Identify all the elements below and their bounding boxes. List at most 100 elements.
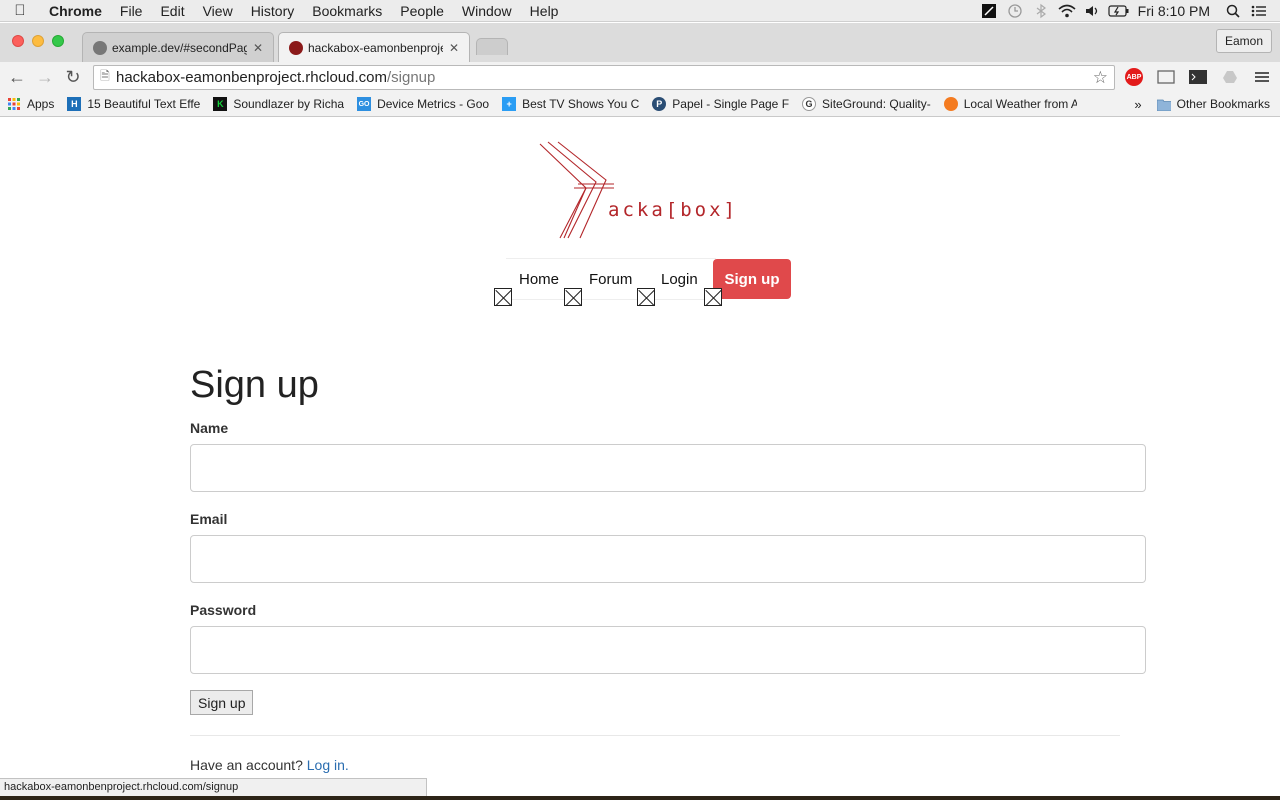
plus-site-icon: + bbox=[502, 97, 517, 111]
bookmark-star-icon[interactable]: ☆ bbox=[1093, 68, 1108, 88]
nav-forum-link[interactable]: Forum bbox=[589, 271, 632, 288]
chrome-menu-icon[interactable] bbox=[1251, 67, 1273, 87]
bluetooth-icon[interactable] bbox=[1028, 0, 1054, 22]
tab-favicon-icon bbox=[289, 41, 303, 55]
bookmark-label: 15 Beautiful Text Effe bbox=[87, 97, 201, 111]
nav-bottom-divider bbox=[506, 299, 716, 300]
menu-bar-clock[interactable]: Fri 8:10 PM bbox=[1132, 3, 1220, 19]
window-minimize-button[interactable] bbox=[32, 35, 44, 47]
tab-close-icon[interactable]: ✕ bbox=[449, 41, 459, 55]
email-field[interactable] bbox=[190, 535, 1146, 583]
desktop-edge bbox=[0, 796, 1280, 800]
bookmark-label: Local Weather from A bbox=[963, 97, 1077, 111]
forward-arrow-icon[interactable]: → bbox=[31, 63, 59, 91]
menu-file[interactable]: File bbox=[111, 0, 152, 22]
menu-bookmarks[interactable]: Bookmarks bbox=[303, 0, 391, 22]
apps-grid-icon bbox=[7, 97, 21, 111]
browser-toolbar: ← → ↻ 🗎 hackabox-eamonbenproject.rhcloud… bbox=[0, 62, 1280, 92]
email-label: Email bbox=[190, 511, 228, 527]
menu-help[interactable]: Help bbox=[521, 0, 568, 22]
folder-icon bbox=[1156, 97, 1171, 111]
broken-image-icon bbox=[637, 288, 655, 306]
wifi-icon[interactable] bbox=[1054, 0, 1080, 22]
signup-form: Sign up Name Email Password Sign up Have… bbox=[190, 360, 1146, 773]
bookmark-label: Device Metrics - Goo bbox=[377, 97, 490, 111]
tab-example-dev[interactable]: example.dev/#secondPage ✕ bbox=[82, 32, 274, 62]
bookmark-local-weather[interactable]: Local Weather from A bbox=[937, 94, 1083, 114]
page-info-icon[interactable]: 🗎 bbox=[94, 67, 116, 88]
form-divider bbox=[190, 735, 1120, 736]
tab-title: hackabox-eamonbenprojec bbox=[308, 41, 443, 55]
address-path: /signup bbox=[387, 69, 436, 86]
profile-button[interactable]: Eamon bbox=[1215, 29, 1272, 53]
menu-history[interactable]: History bbox=[242, 0, 304, 22]
password-label: Password bbox=[190, 602, 257, 618]
address-bar[interactable]: 🗎 hackabox-eamonbenproject.rhcloud.com/s… bbox=[93, 65, 1115, 90]
web-page: acka[box] Home Forum Login Sign up Sign … bbox=[0, 118, 1280, 800]
menu-edit[interactable]: Edit bbox=[151, 0, 193, 22]
volume-icon[interactable] bbox=[1080, 0, 1106, 22]
nav-login-link[interactable]: Login bbox=[661, 271, 698, 288]
signup-submit-button[interactable]: Sign up bbox=[190, 690, 254, 715]
spotlight-search-icon[interactable] bbox=[1220, 0, 1246, 22]
cast-icon[interactable] bbox=[1155, 67, 1177, 87]
adblock-plus-icon[interactable]: ABP bbox=[1125, 68, 1143, 86]
siteground-icon: G bbox=[802, 97, 817, 111]
address-host: hackabox-eamonbenproject.rhcloud.com bbox=[116, 69, 387, 86]
bookmarks-bar: Apps H 15 Beautiful Text Effe K Soundlaz… bbox=[0, 92, 1280, 117]
broken-image-icon bbox=[494, 288, 512, 306]
window-close-button[interactable] bbox=[12, 35, 24, 47]
other-bookmarks-folder[interactable]: Other Bookmarks bbox=[1150, 94, 1280, 114]
bookmarks-overflow-chevron-icon[interactable]: » bbox=[1126, 97, 1149, 112]
notification-center-icon[interactable] bbox=[1246, 0, 1272, 22]
menu-window[interactable]: Window bbox=[453, 0, 521, 22]
macos-menu-bar:  Chrome File Edit View History Bookmark… bbox=[0, 0, 1280, 22]
logo-text: acka[box] bbox=[608, 199, 734, 221]
bookmark-device-metrics[interactable]: GO Device Metrics - Goo bbox=[350, 94, 495, 114]
new-tab-button[interactable] bbox=[476, 38, 508, 55]
name-label: Name bbox=[190, 420, 229, 436]
status-bar-url: hackabox-eamonbenproject.rhcloud.com/sig… bbox=[0, 778, 427, 797]
bookmark-label: Best TV Shows You C bbox=[522, 97, 640, 111]
papel-site-icon: P bbox=[652, 97, 667, 111]
hackabox-logo[interactable]: acka[box] bbox=[534, 140, 735, 242]
bookmark-siteground[interactable]: G SiteGround: Quality- bbox=[795, 94, 937, 114]
reload-icon[interactable]: ↻ bbox=[59, 63, 87, 91]
apple-menu-icon[interactable]:  bbox=[0, 2, 40, 19]
bookmark-best-tv-shows[interactable]: + Best TV Shows You C bbox=[495, 94, 645, 114]
broken-image-icon bbox=[564, 288, 582, 306]
nav-home-link[interactable]: Home bbox=[519, 271, 559, 288]
password-field[interactable] bbox=[190, 626, 1146, 674]
have-account-text: Have an account? Log in. bbox=[190, 757, 1146, 773]
nav-signup-button[interactable]: Sign up bbox=[713, 259, 791, 299]
go-site-icon: GO bbox=[357, 97, 372, 111]
login-link[interactable]: Log in. bbox=[307, 757, 349, 773]
kickstarter-icon: K bbox=[213, 97, 228, 111]
bookmark-papel[interactable]: P Papel - Single Page F bbox=[645, 94, 795, 114]
pen-tool-icon[interactable] bbox=[976, 0, 1002, 22]
menu-bar-tray: Fri 8:10 PM bbox=[976, 0, 1280, 22]
back-arrow-icon[interactable]: ← bbox=[3, 63, 31, 91]
window-maximize-button[interactable] bbox=[52, 35, 64, 47]
time-machine-icon[interactable] bbox=[1002, 0, 1028, 22]
bookmark-label: SiteGround: Quality- bbox=[822, 97, 931, 111]
bookmark-text-effects[interactable]: H 15 Beautiful Text Effe bbox=[60, 94, 206, 114]
nav-top-divider bbox=[506, 258, 716, 259]
tab-title: example.dev/#secondPage bbox=[112, 40, 247, 55]
bookmark-label: Papel - Single Page F bbox=[672, 97, 790, 111]
tab-close-icon[interactable]: ✕ bbox=[253, 41, 263, 55]
sun-icon bbox=[943, 97, 958, 111]
battery-icon[interactable] bbox=[1106, 0, 1132, 22]
menu-app-name[interactable]: Chrome bbox=[40, 0, 111, 22]
tab-hackabox[interactable]: hackabox-eamonbenprojec ✕ bbox=[278, 32, 470, 63]
bookmark-soundlazer[interactable]: K Soundlazer by Richa bbox=[206, 94, 350, 114]
menu-people[interactable]: People bbox=[391, 0, 453, 22]
bookmark-apps[interactable]: Apps bbox=[0, 94, 60, 114]
drive-extension-icon[interactable] bbox=[1219, 67, 1241, 87]
bookmark-label: Apps bbox=[27, 97, 55, 111]
terminal-extension-icon[interactable] bbox=[1187, 67, 1209, 87]
bookmark-label: Other Bookmarks bbox=[1176, 97, 1270, 111]
broken-image-icon bbox=[704, 288, 722, 306]
name-field[interactable] bbox=[190, 444, 1146, 492]
menu-view[interactable]: View bbox=[194, 0, 242, 22]
